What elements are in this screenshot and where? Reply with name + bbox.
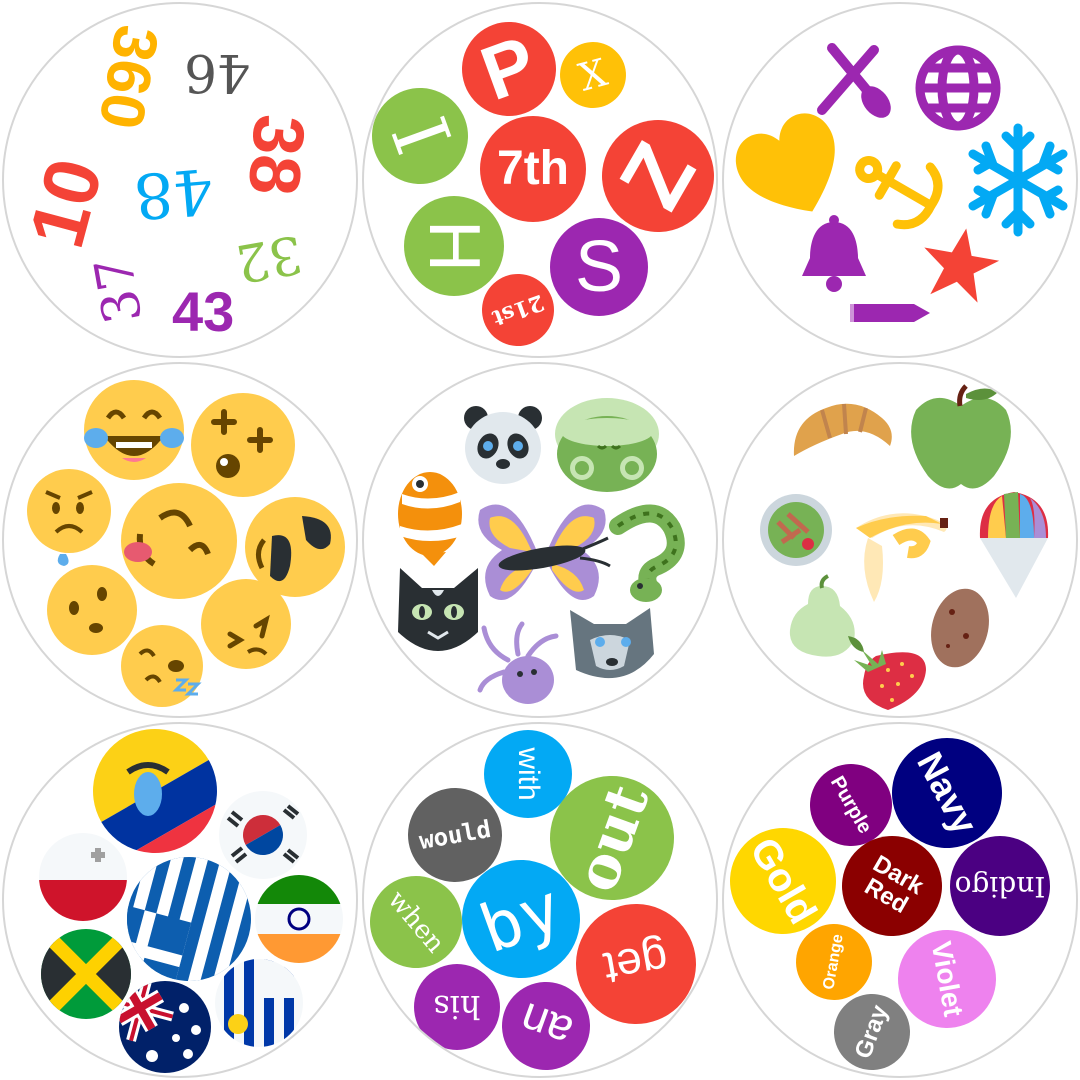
globe-icon[interactable] xyxy=(912,42,1004,134)
heart-icon[interactable] xyxy=(734,112,850,224)
letter-x-disc[interactable]: X xyxy=(552,34,634,116)
number-32[interactable]: 32 xyxy=(231,223,307,294)
letter-i-disc[interactable]: I xyxy=(364,74,482,198)
symbols-card[interactable] xyxy=(722,2,1078,358)
number-46[interactable]: 46 xyxy=(184,42,250,102)
number-360[interactable]: 360 xyxy=(85,20,171,134)
panda-icon[interactable] xyxy=(460,404,546,486)
octopus-icon[interactable] xyxy=(477,620,564,708)
squinting-face-icon[interactable] xyxy=(200,578,292,670)
words-card[interactable]: with would out when by get his an xyxy=(362,722,718,1078)
word-his-disc[interactable]: his xyxy=(414,964,500,1050)
snowflake-icon[interactable] xyxy=(960,122,1076,238)
shaved-ice-icon[interactable] xyxy=(974,488,1054,600)
color-orange-disc[interactable]: Orange xyxy=(789,917,879,1007)
letters-card[interactable]: P X I 7th Z H S 21st xyxy=(362,2,718,358)
ordinal-7th-disc[interactable]: 7th xyxy=(480,116,586,222)
letter-p-disc[interactable]: P xyxy=(448,8,570,130)
number-43[interactable]: 43 xyxy=(172,284,234,340)
turtle-icon[interactable] xyxy=(554,396,660,496)
croissant-icon[interactable] xyxy=(786,394,898,466)
pencil-icon[interactable] xyxy=(848,300,932,326)
india-flag-icon[interactable] xyxy=(254,874,344,964)
number-48[interactable]: 48 xyxy=(131,154,216,234)
potato-icon[interactable] xyxy=(926,586,994,670)
clownfish-icon[interactable] xyxy=(394,464,468,566)
sleeping-face-icon[interactable] xyxy=(120,624,204,708)
strawberry-icon[interactable] xyxy=(848,646,930,712)
colors-card[interactable]: Purple Navy Gold Dark Red Indigo Orange … xyxy=(722,722,1078,1078)
tears-of-joy-face-icon[interactable] xyxy=(82,378,186,482)
bell-icon[interactable] xyxy=(796,214,872,296)
australia-flag-icon[interactable] xyxy=(118,980,212,1074)
number-10[interactable]: 10 xyxy=(12,150,119,257)
wolf-icon[interactable] xyxy=(564,600,656,686)
worried-face-icon[interactable] xyxy=(26,468,112,566)
animals-card[interactable] xyxy=(362,362,718,718)
star-icon[interactable] xyxy=(920,224,1000,304)
cat-icon[interactable] xyxy=(392,562,484,658)
snake-icon[interactable] xyxy=(606,504,686,602)
uruguay-flag-icon[interactable] xyxy=(214,958,304,1048)
malta-flag-icon[interactable] xyxy=(38,832,128,922)
salad-icon[interactable] xyxy=(758,492,834,568)
green-apple-icon[interactable] xyxy=(906,384,1016,496)
color-indigo-disc[interactable]: Indigo xyxy=(950,836,1050,936)
food-card[interactable] xyxy=(722,362,1078,718)
flags-card[interactable] xyxy=(2,722,358,1078)
letter-h-disc[interactable]: H xyxy=(404,196,504,296)
number-37[interactable]: 37 xyxy=(84,252,155,328)
faces-card[interactable] xyxy=(2,362,358,718)
number-38[interactable]: 38 xyxy=(233,112,320,199)
letter-s-disc[interactable]: S xyxy=(550,218,648,316)
numbers-card[interactable]: 360 46 38 10 48 32 37 43 xyxy=(2,2,358,358)
